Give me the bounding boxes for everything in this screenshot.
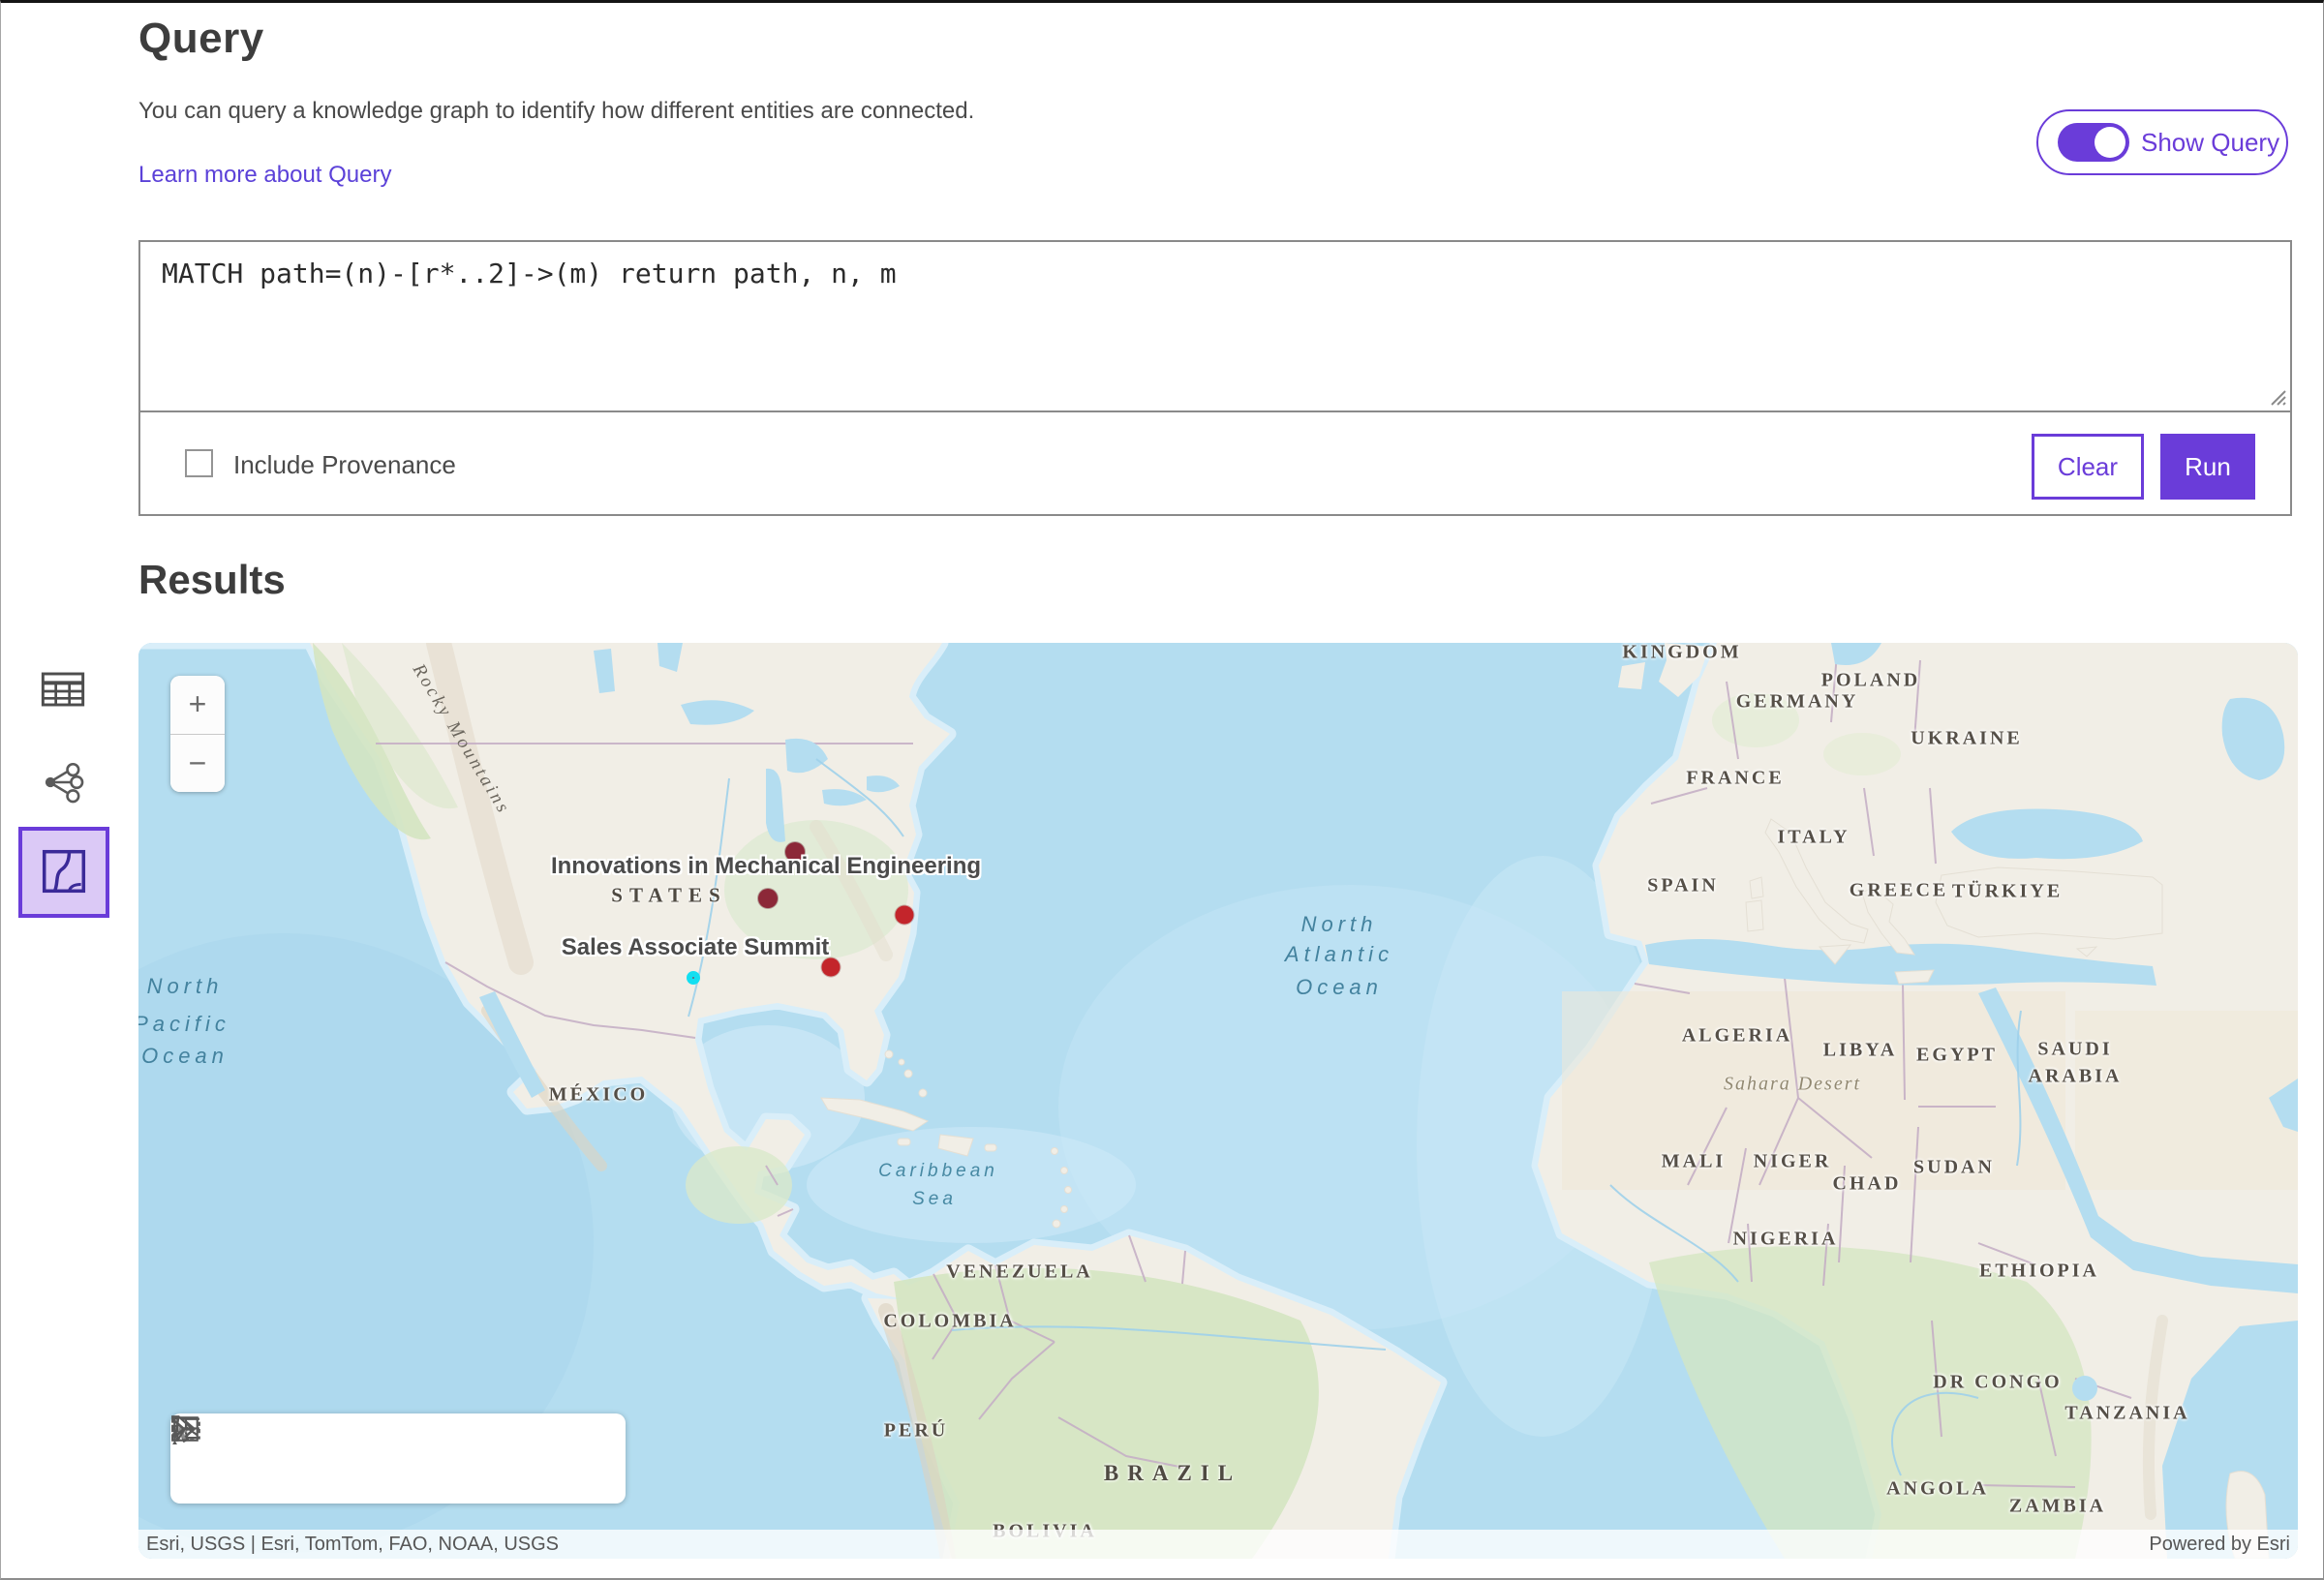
map-basemap-label: Ocean bbox=[1296, 975, 1383, 1000]
map-toolbar bbox=[170, 1413, 626, 1504]
run-button[interactable]: Run bbox=[2160, 434, 2255, 500]
attribution-powered-by: Powered by Esri bbox=[2149, 1534, 2298, 1556]
map-basemap-label: Ocean bbox=[141, 1044, 229, 1069]
map-marker[interactable] bbox=[822, 958, 841, 977]
map-marker-selected[interactable] bbox=[687, 971, 700, 985]
map-basemap-label: North bbox=[147, 974, 224, 999]
map-basemap-label: NIGERIA bbox=[1733, 1229, 1839, 1251]
map-basemap-label: NIGER bbox=[1754, 1151, 1832, 1173]
map-basemap-label: COLOMBIA bbox=[883, 1311, 1016, 1333]
results-title: Results bbox=[138, 557, 286, 603]
map-marker[interactable] bbox=[785, 842, 805, 862]
learn-more-link[interactable]: Learn more about Query bbox=[138, 162, 391, 189]
zoom-control: + − bbox=[170, 676, 225, 792]
map-marker[interactable] bbox=[758, 889, 778, 908]
map-basemap-label: Atlantic bbox=[1285, 942, 1393, 967]
select-by-rectangle-icon[interactable] bbox=[377, 1438, 419, 1480]
query-panel: MATCH path=(n)-[r*..2]->(m) return path,… bbox=[138, 240, 2292, 516]
map-annotation-label: Innovations in Mechanical Engineering bbox=[551, 853, 981, 880]
include-provenance-label: Include Provenance bbox=[233, 450, 456, 480]
map-icon bbox=[42, 849, 86, 896]
map-basemap-label: ETHIOPIA bbox=[1979, 1261, 2099, 1283]
map-basemap-label: SAUDI bbox=[2037, 1039, 2112, 1061]
map-basemap-label: LIBYA bbox=[1823, 1040, 1898, 1062]
map-basemap-label: VENEZUELA bbox=[946, 1261, 1092, 1284]
zoom-out-button[interactable]: − bbox=[170, 735, 225, 793]
map-basemap-label: EGYPT bbox=[1916, 1045, 1998, 1067]
layer-list-icon[interactable] bbox=[208, 1438, 251, 1480]
query-input[interactable]: MATCH path=(n)-[r*..2]->(m) return path,… bbox=[140, 242, 2290, 412]
attribution-sources: Esri, USGS | Esri, TomTom, FAO, NOAA, US… bbox=[138, 1534, 559, 1556]
map-annotation-label: Sales Associate Summit bbox=[562, 934, 830, 961]
zoom-in-button[interactable]: + bbox=[170, 676, 225, 734]
map-basemap-label: FRANCE bbox=[1686, 768, 1784, 790]
table-icon bbox=[41, 670, 85, 712]
map-basemap-label: STATES bbox=[611, 884, 726, 908]
map-basemap-label: GERMANY bbox=[1736, 691, 1859, 714]
view-map-button-selected[interactable] bbox=[18, 827, 109, 918]
map-basemap-label: ALGERIA bbox=[1682, 1025, 1792, 1048]
page-title: Query bbox=[138, 15, 264, 63]
map-attribution: Esri, USGS | Esri, TomTom, FAO, NOAA, US… bbox=[138, 1530, 2298, 1559]
include-provenance-checkbox[interactable] bbox=[185, 449, 213, 477]
map-basemap-label: ZAMBIA bbox=[2009, 1496, 2106, 1518]
select-cursor-icon[interactable] bbox=[292, 1438, 335, 1480]
page-description: You can query a knowledge graph to ident… bbox=[138, 98, 974, 125]
resize-handle-icon[interactable] bbox=[2268, 387, 2287, 407]
show-query-toggle[interactable]: Show Query bbox=[2036, 109, 2288, 175]
map-basemap-label: POLAND bbox=[1821, 670, 1920, 692]
map-basemap-label: PERÚ bbox=[884, 1420, 948, 1443]
map-basemap-label: DR CONGO bbox=[1933, 1372, 2062, 1394]
map-basemap-label: GREECE bbox=[1850, 880, 1948, 902]
view-link-chart-button[interactable] bbox=[40, 760, 86, 806]
link-chart-icon bbox=[41, 761, 85, 806]
map-basemap-label: Pacific bbox=[138, 1012, 230, 1037]
map-basemap-label: North bbox=[1301, 912, 1378, 937]
map-basemap-label: CHAD bbox=[1833, 1173, 1902, 1196]
map-basemap-label: ANGOLA bbox=[1886, 1478, 1989, 1501]
map-basemap-label: SPAIN bbox=[1647, 875, 1719, 897]
map-basemap-label: Caribbean bbox=[878, 1161, 998, 1182]
expand-toolbar-icon[interactable] bbox=[545, 1438, 588, 1480]
map-basemap-label: MÉXICO bbox=[549, 1084, 648, 1107]
results-map[interactable]: Innovations in Mechanical Engineering Sal… bbox=[138, 643, 2298, 1559]
map-marker[interactable] bbox=[896, 906, 914, 925]
show-query-label: Show Query bbox=[2141, 128, 2279, 158]
query-page: Query You can query a knowledge graph to… bbox=[0, 0, 2324, 1580]
map-basemap-label: KINGDOM bbox=[1622, 643, 1741, 664]
select-by-polygon-icon[interactable] bbox=[461, 1438, 504, 1480]
map-basemap-label: Rocky Mountains bbox=[408, 660, 514, 818]
clear-button[interactable]: Clear bbox=[2032, 434, 2144, 500]
map-basemap-label: UKRAINE bbox=[1911, 728, 2022, 750]
map-basemap-label: Sea bbox=[912, 1189, 957, 1210]
map-basemap-label: Sahara Desert bbox=[1724, 1074, 1861, 1096]
map-basemap-label: TANZANIA bbox=[2064, 1403, 2189, 1425]
toggle-switch-icon[interactable] bbox=[2058, 123, 2129, 162]
map-basemap-label: BRAZIL bbox=[1104, 1461, 1241, 1486]
map-basemap-label: ARABIA bbox=[2029, 1066, 2123, 1088]
map-basemap-label: MALI bbox=[1662, 1151, 1726, 1173]
view-table-button[interactable] bbox=[40, 667, 86, 714]
map-basemap-label: TÜRKIYE bbox=[1952, 881, 2063, 903]
map-basemap-label: SUDAN bbox=[1913, 1157, 1995, 1179]
provenance-row: Include Provenance Clear Run bbox=[140, 414, 2290, 516]
map-basemap-label: ITALY bbox=[1777, 827, 1850, 849]
